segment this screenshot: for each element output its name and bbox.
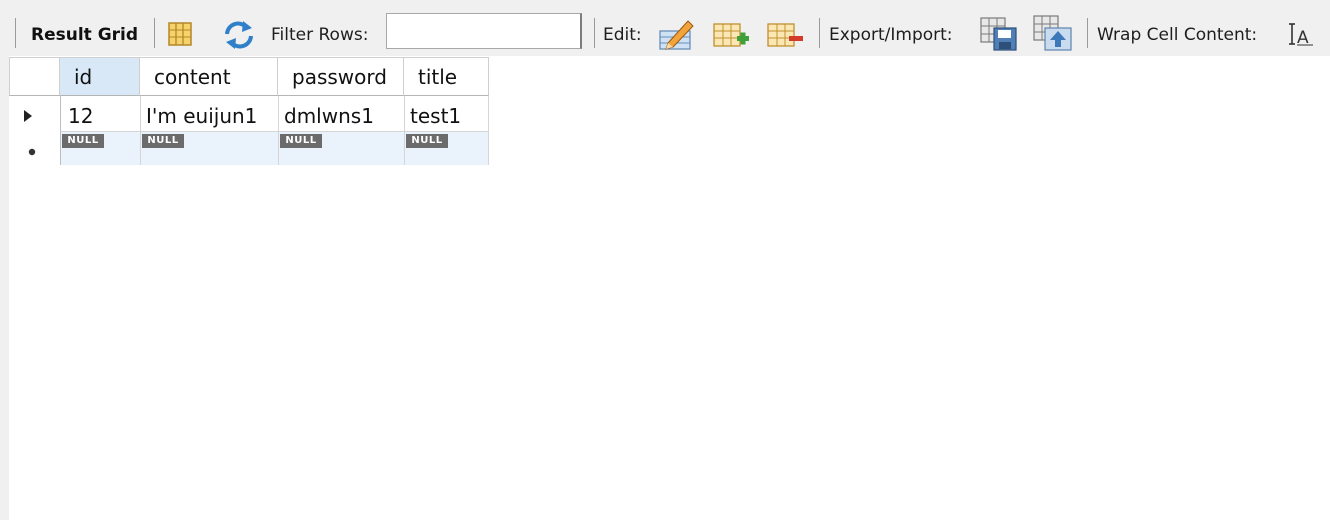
import-icon[interactable] — [1033, 14, 1073, 52]
cell-id[interactable]: 12 — [68, 102, 93, 130]
cell-password[interactable]: dmlwns1 — [284, 102, 374, 130]
filter-rows-input[interactable] — [386, 13, 582, 49]
toolbar-separator — [594, 18, 595, 48]
column-header-label: content — [154, 65, 231, 89]
column-header-content[interactable]: content — [140, 57, 278, 96]
toolbar-separator — [154, 18, 155, 48]
row-header-corner[interactable] — [9, 57, 60, 96]
export-import-label: Export/Import: — [829, 25, 953, 45]
toolbar-separator — [15, 18, 16, 48]
null-badge-id[interactable]: NULL — [62, 134, 104, 148]
cell-content[interactable]: I'm euijun1 — [146, 102, 257, 130]
filter-rows-label: Filter Rows: — [271, 25, 369, 45]
refresh-icon[interactable] — [222, 20, 256, 50]
delete-row-icon[interactable] — [766, 20, 804, 50]
new-row-marker-icon — [28, 148, 36, 156]
current-row-arrow-icon — [24, 110, 32, 122]
toolbar-separator — [819, 18, 820, 48]
cell-title[interactable]: test1 — [410, 102, 461, 130]
export-icon[interactable] — [980, 16, 1018, 52]
column-header-label: title — [418, 65, 458, 89]
wrap-text-icon[interactable]: A — [1288, 22, 1316, 48]
add-row-icon[interactable] — [712, 20, 750, 50]
edit-label: Edit: — [603, 25, 642, 45]
null-badge-title[interactable]: NULL — [406, 134, 448, 148]
column-header-title[interactable]: title — [404, 57, 489, 96]
column-divider — [488, 96, 489, 165]
row-divider — [60, 131, 488, 132]
column-header-label: id — [74, 65, 93, 89]
wrap-cell-content-label: Wrap Cell Content: — [1097, 25, 1258, 45]
result-grid-label[interactable]: Result Grid — [31, 24, 138, 46]
edit-row-icon[interactable] — [658, 17, 696, 51]
column-header-id[interactable]: id — [60, 57, 140, 96]
toolbar-separator — [1087, 18, 1088, 48]
grid-form-icon[interactable] — [167, 21, 193, 47]
left-panel-strip — [0, 0, 9, 520]
null-badge-password[interactable]: NULL — [280, 134, 322, 148]
column-header-password[interactable]: password — [278, 57, 404, 96]
null-badge-content[interactable]: NULL — [142, 134, 184, 148]
column-header-label: password — [292, 65, 387, 89]
result-grid-toolbar: Result Grid Filter Rows: Edit: Export/Im… — [0, 0, 1330, 56]
